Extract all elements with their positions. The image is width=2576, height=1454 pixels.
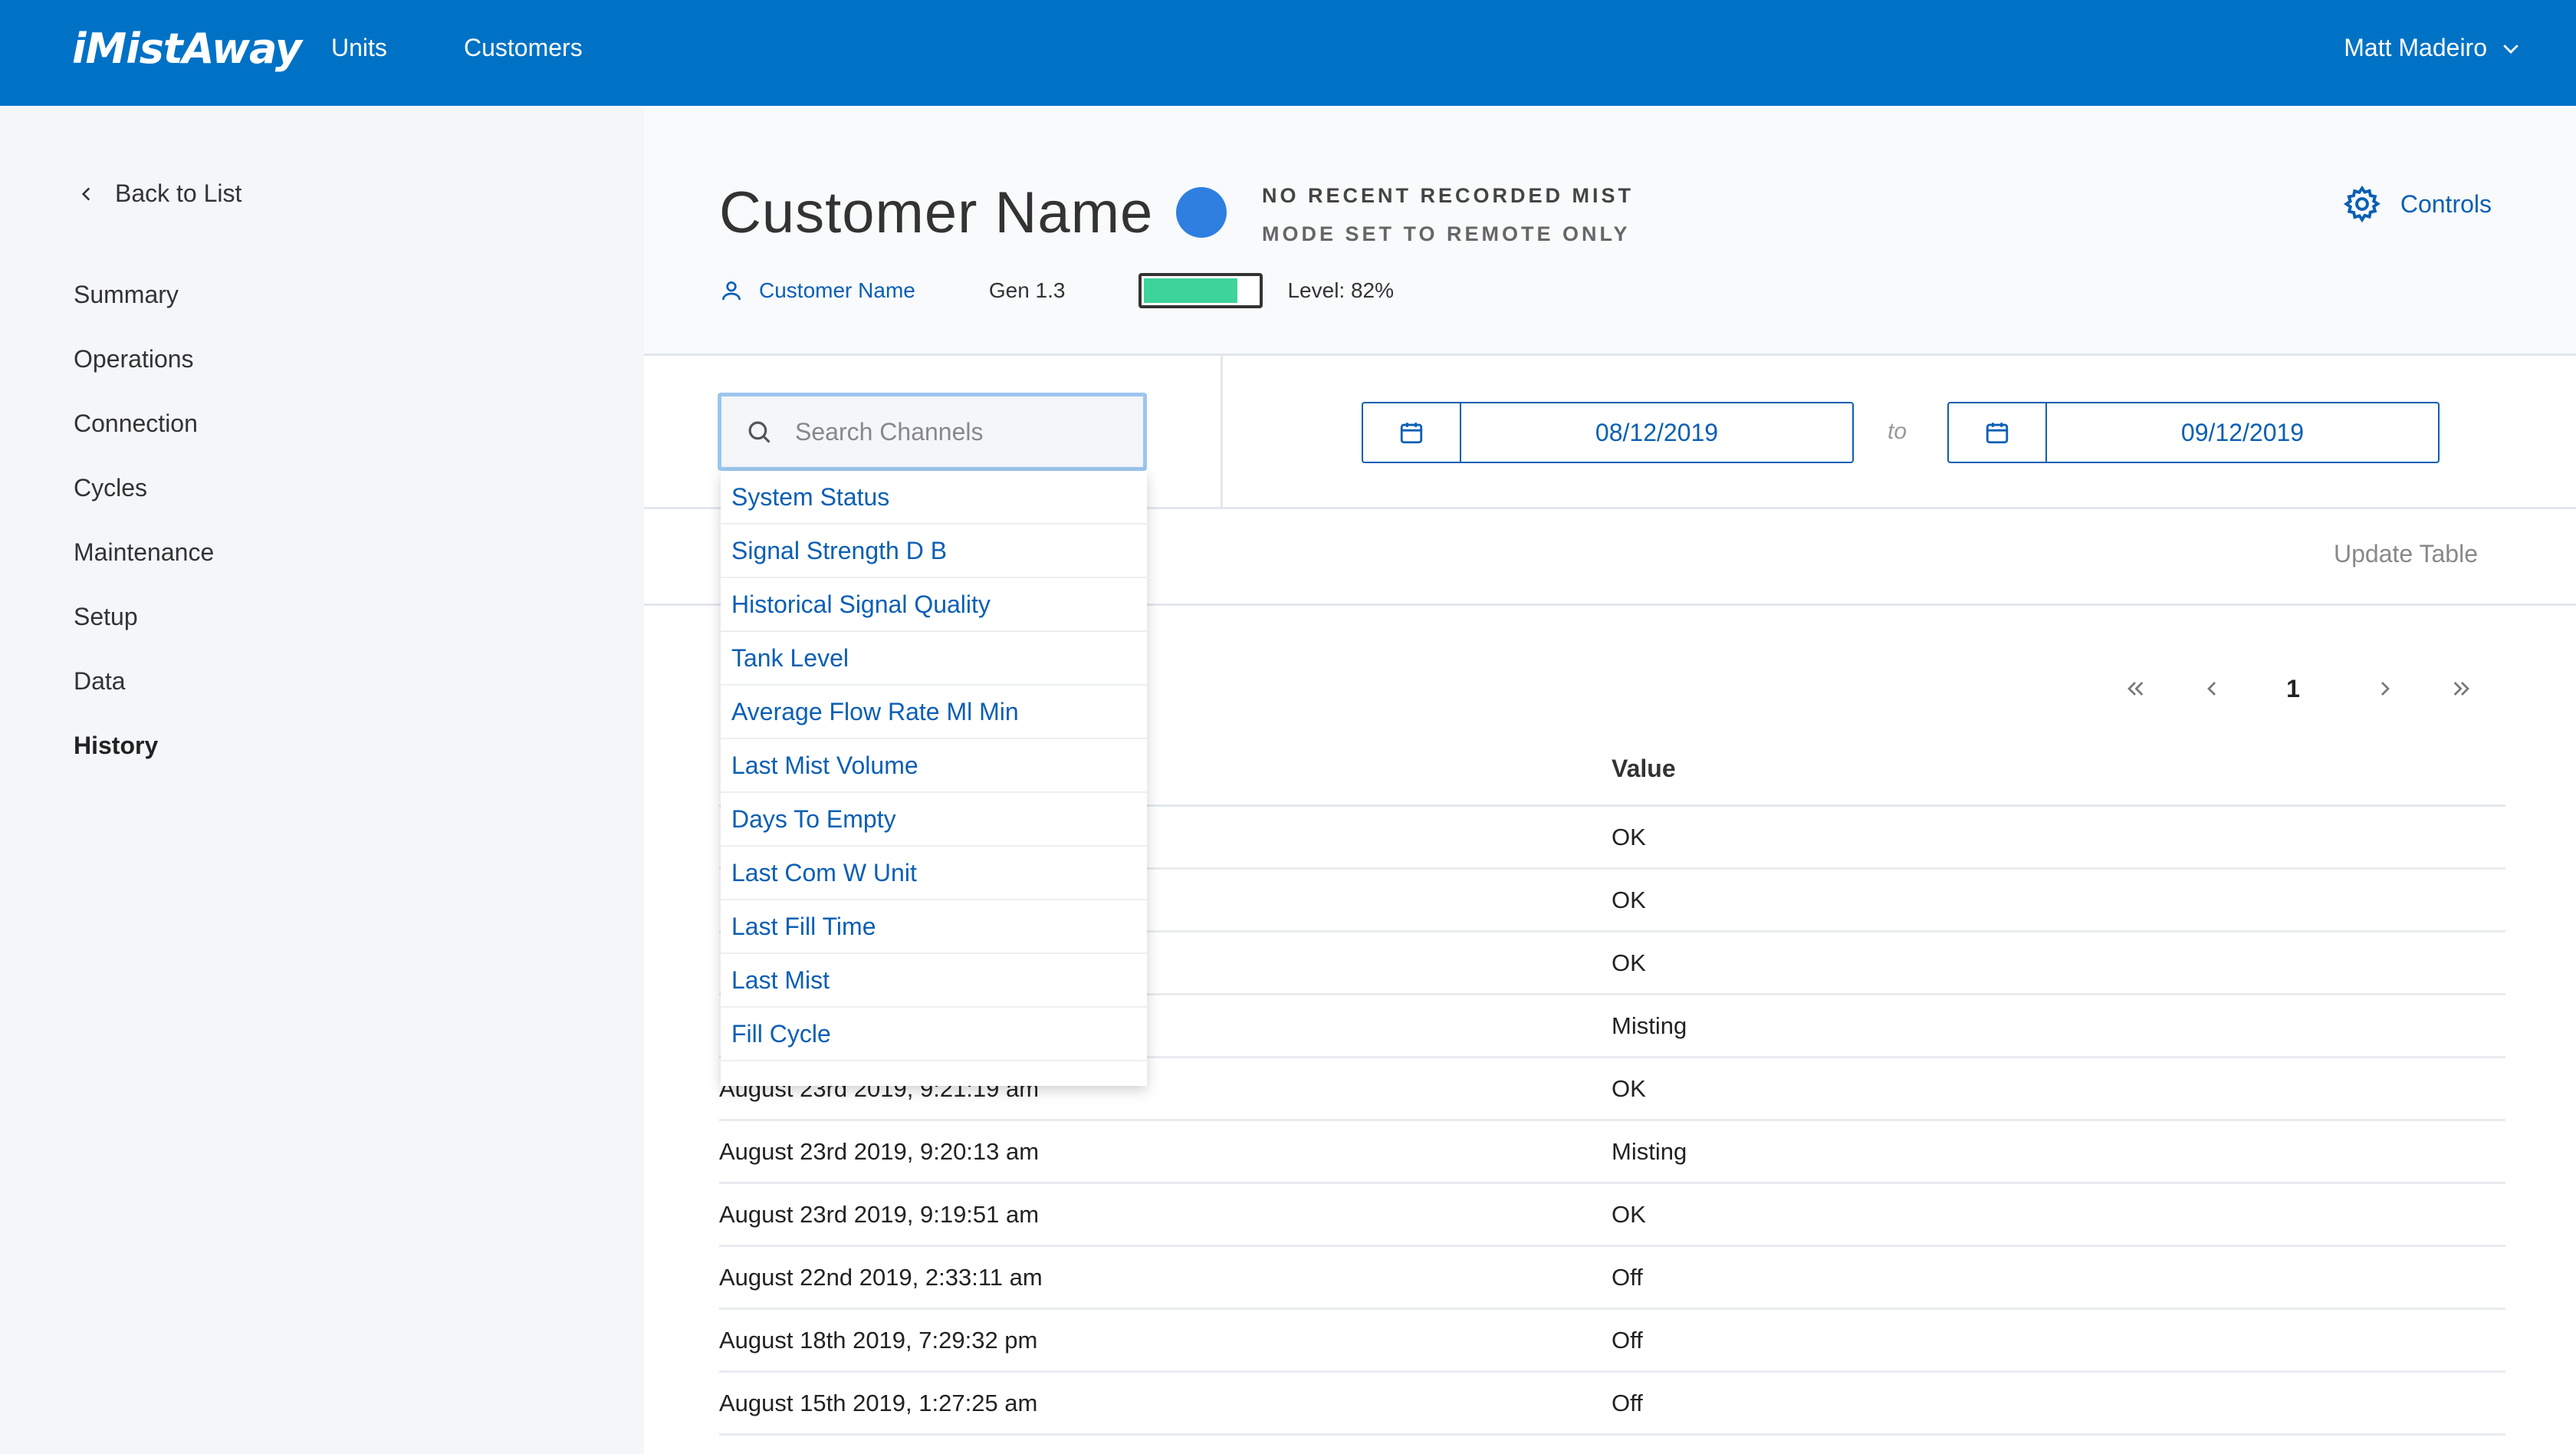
channel-option[interactable]: Last Mist Volume — [721, 739, 1147, 793]
controls-button[interactable]: Controls — [2342, 184, 2492, 224]
channel-option[interactable]: Days To Empty — [721, 793, 1147, 847]
date-from-picker[interactable]: 08/12/2019 — [1362, 402, 1854, 463]
current-page[interactable]: 1 — [2274, 675, 2312, 703]
channel-option[interactable]: Signal Strength D B — [721, 525, 1147, 578]
sidebar-item-summary[interactable]: Summary — [74, 281, 179, 309]
controls-label: Controls — [2400, 189, 2492, 218]
date-from-value[interactable]: 08/12/2019 — [1461, 403, 1852, 462]
channel-option[interactable]: Historical Signal Quality — [721, 578, 1147, 632]
update-table-button[interactable]: Update Table — [2334, 540, 2478, 568]
table-row: August 18th 2019, 7:29:32 pm Off — [719, 1310, 2505, 1373]
channel-search-input[interactable] — [795, 417, 1117, 446]
table-row: August 23rd 2019, 9:20:13 am Misting — [719, 1121, 2505, 1184]
status-text-mode: MODE SET TO REMOTE ONLY — [1262, 222, 1631, 245]
date-to-calendar-button[interactable] — [1949, 403, 2047, 462]
row-value: Off — [1612, 1327, 1643, 1354]
date-from-calendar-button[interactable] — [1363, 403, 1461, 462]
sidebar-item-maintenance[interactable]: Maintenance — [74, 538, 214, 567]
row-value: Off — [1612, 1390, 1643, 1416]
table-row: August 22nd 2019, 2:33:11 am Off — [719, 1247, 2505, 1310]
unit-header: Customer Name NO RECENT RECORDED MIST MO… — [644, 106, 2576, 356]
back-to-list-label: Back to List — [115, 179, 242, 207]
calendar-icon — [1400, 423, 1423, 444]
first-page-button[interactable] — [2116, 676, 2154, 707]
sidebar-item-setup[interactable]: Setup — [74, 603, 138, 631]
last-page-button[interactable] — [2443, 676, 2481, 707]
filter-divider — [1221, 356, 1223, 509]
row-timestamp: August 23rd 2019, 9:19:51 am — [719, 1201, 1040, 1228]
double-chevron-right-icon — [2453, 682, 2469, 696]
row-value: OK — [1612, 887, 1646, 913]
customer-link-label: Customer Name — [759, 278, 915, 302]
unit-meta: Customer Name Gen 1.3 Level: 82% — [719, 273, 1394, 308]
user-name: Matt Madeiro — [2344, 34, 2487, 61]
table-row: August 23rd 2019, 9:19:51 am OK — [719, 1184, 2505, 1247]
search-icon — [748, 421, 770, 443]
tank-level-text: Level: 82% — [1287, 278, 1395, 302]
channel-option[interactable]: System Status — [721, 471, 1147, 525]
row-value: Misting — [1612, 1138, 1687, 1165]
pagination: 1 — [2116, 675, 2499, 722]
sidebar-item-data[interactable]: Data — [74, 667, 126, 696]
row-value: Misting — [1612, 1012, 1687, 1039]
top-nav: iMistAway Units Customers Matt Madeiro — [0, 0, 2576, 106]
channel-option[interactable]: Fill Cycle — [721, 1008, 1147, 1061]
tank-level-bar — [1138, 273, 1263, 308]
chevron-right-icon — [2381, 682, 2390, 696]
status-text-mist: NO RECENT RECORDED MIST — [1262, 184, 1635, 207]
user-icon — [722, 281, 741, 301]
nav-units-link[interactable]: Units — [331, 34, 387, 62]
channel-search-box[interactable] — [718, 393, 1147, 471]
row-value: OK — [1612, 949, 1646, 976]
generation-label: Gen 1.3 — [988, 278, 1066, 302]
app-root: iMistAway Units Customers Matt Madeiro B… — [0, 0, 2576, 1454]
row-value: OK — [1612, 1075, 1646, 1102]
user-menu[interactable]: Matt Madeiro — [2344, 34, 2522, 62]
sidebar-item-connection[interactable]: Connection — [74, 410, 198, 438]
date-to-value[interactable]: 09/12/2019 — [2047, 403, 2438, 462]
chevron-left-icon — [2207, 682, 2216, 696]
row-timestamp: August 15th 2019, 1:27:25 am — [719, 1390, 1038, 1416]
calendar-icon — [1986, 423, 2009, 444]
row-value: Off — [1612, 1264, 1643, 1291]
double-chevron-left-icon — [2128, 682, 2144, 696]
date-to-picker[interactable]: 09/12/2019 — [1947, 402, 2440, 463]
row-value: OK — [1612, 1201, 1646, 1228]
sidebar-item-operations[interactable]: Operations — [74, 345, 194, 373]
row-timestamp: August 18th 2019, 7:29:32 pm — [719, 1327, 1038, 1354]
chevron-left-icon — [81, 186, 90, 201]
brand-logo[interactable]: iMistAway — [72, 25, 302, 73]
channel-option[interactable]: Tank Level — [721, 632, 1147, 686]
row-timestamp: August 22nd 2019, 2:33:11 am — [719, 1264, 1043, 1291]
chevron-down-icon — [2503, 44, 2518, 54]
tank-level-fill — [1144, 278, 1237, 303]
row-value: OK — [1612, 824, 1646, 850]
sidebar-item-history[interactable]: History — [74, 732, 158, 760]
channel-option[interactable]: Average Flow Rate Ml Min — [721, 686, 1147, 739]
nav-customers-link[interactable]: Customers — [464, 34, 583, 62]
table-row: August 15th 2019, 1:27:25 am Off — [719, 1373, 2505, 1436]
channel-option[interactable]: Last Mist — [721, 954, 1147, 1008]
channel-option[interactable]: Last Com W Unit — [721, 847, 1147, 900]
status-indicator — [1176, 187, 1227, 238]
gear-icon — [2343, 185, 2380, 223]
next-page-button[interactable] — [2366, 676, 2404, 707]
channel-dropdown: System Status Signal Strength D B Historic… — [721, 471, 1147, 1086]
date-range-to-label: to — [1888, 419, 1907, 444]
back-to-list-link[interactable]: Back to List — [77, 179, 242, 208]
customer-link[interactable]: Customer Name — [719, 278, 915, 303]
page-title: Customer Name — [719, 180, 1154, 245]
sidebar: Back to List Summary Operations Connecti… — [0, 106, 644, 1454]
sidebar-item-cycles[interactable]: Cycles — [74, 474, 147, 502]
value-column-header: Value — [1612, 755, 1676, 782]
row-timestamp: August 23rd 2019, 9:20:13 am — [719, 1138, 1040, 1165]
prev-page-button[interactable] — [2193, 676, 2231, 707]
channel-option[interactable]: Last Fill Time — [721, 900, 1147, 954]
